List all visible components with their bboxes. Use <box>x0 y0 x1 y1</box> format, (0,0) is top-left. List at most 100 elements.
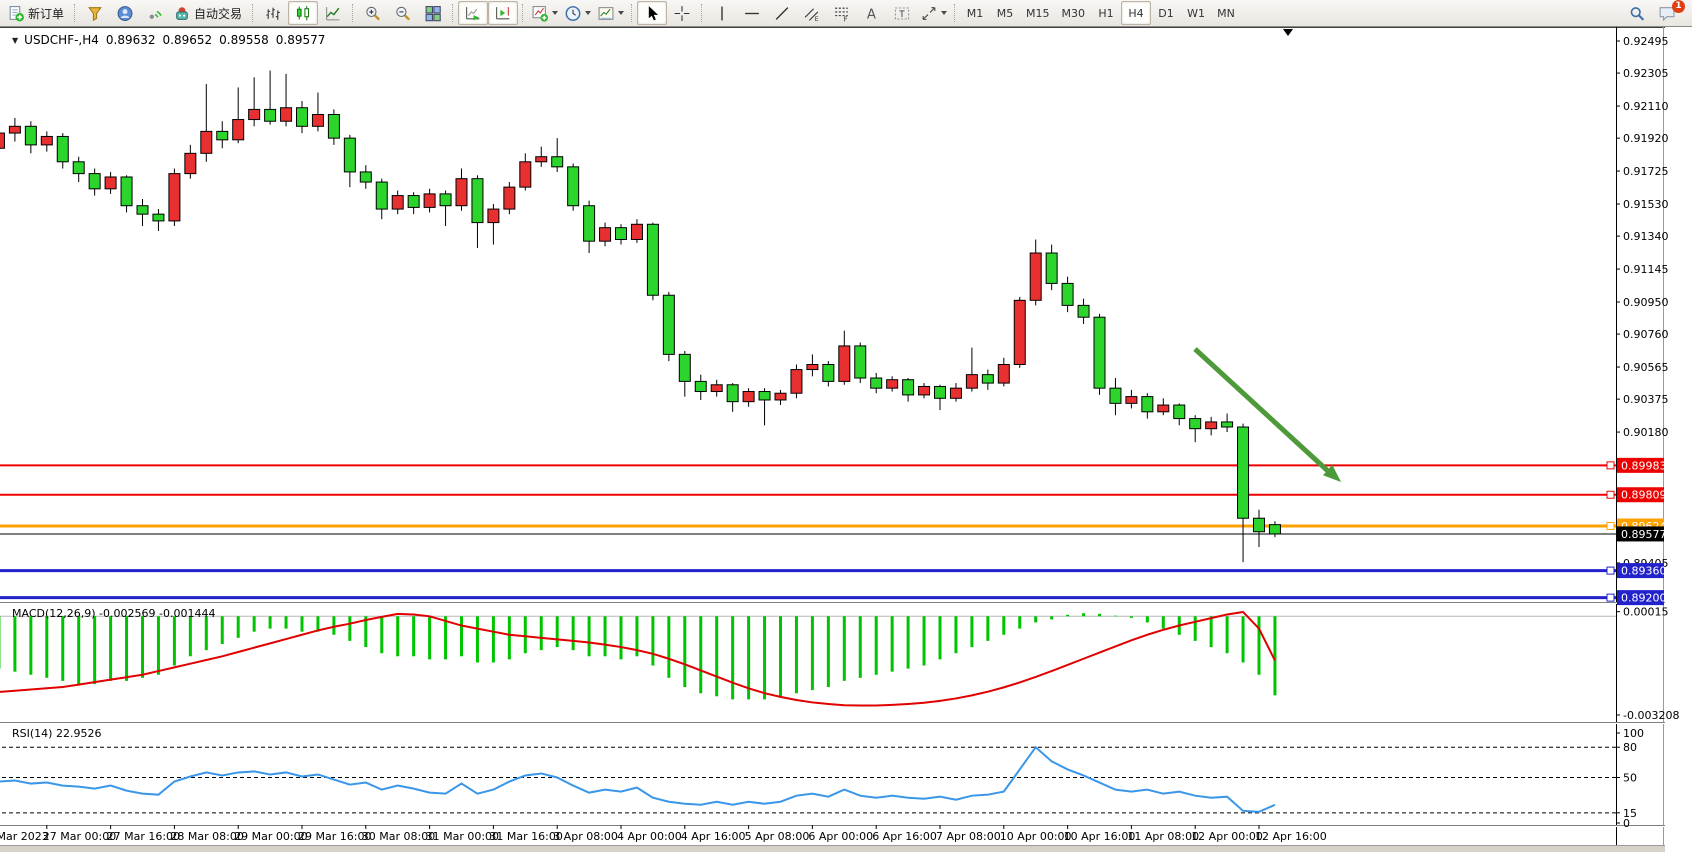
chevron-down-icon[interactable] <box>941 11 947 15</box>
toolbar-separator <box>352 4 354 22</box>
text-label-button[interactable]: T <box>887 1 917 25</box>
new-order-button[interactable]: 新订单 <box>4 1 70 25</box>
bar-chart-button[interactable] <box>258 1 288 25</box>
tile-windows-button[interactable] <box>418 1 448 25</box>
charts-profile-button[interactable] <box>80 1 110 25</box>
time-tick-label: 10 Apr 00:00 <box>1000 830 1072 843</box>
candle-body <box>1142 397 1153 412</box>
rsi-tick-label: 80 <box>1623 741 1637 754</box>
chart-menu-icon[interactable]: ▼ <box>12 36 18 45</box>
time-tick-label: 29 Mar 00:00 <box>234 830 307 843</box>
level-handle[interactable] <box>1607 594 1614 601</box>
price-tick-label: 0.92110 <box>1623 100 1669 113</box>
tf-w1-button[interactable]: W1 <box>1181 1 1211 25</box>
chevron-down-icon[interactable] <box>585 11 591 15</box>
text-button[interactable]: A <box>857 1 887 25</box>
candle-body <box>281 108 292 122</box>
tf-m30-label: M30 <box>1062 7 1086 20</box>
candle-body <box>711 385 722 392</box>
candle-body <box>966 375 977 389</box>
arrows-button[interactable] <box>917 1 950 25</box>
autoscroll-icon <box>464 5 482 22</box>
candlestick-chart-button[interactable] <box>288 1 318 25</box>
time-tick-label: 31 Mar 16:00 <box>489 830 562 843</box>
tf-m1-button[interactable]: M1 <box>960 1 990 25</box>
macd-signal-value: -0.001444 <box>159 607 215 620</box>
autotrading-icon <box>173 5 191 22</box>
candle-body <box>935 386 946 398</box>
zoom-in-button[interactable] <box>358 1 388 25</box>
level-price-tag-label: 0.89360 <box>1621 565 1667 578</box>
candle-body <box>1206 422 1217 429</box>
auto-scroll-button[interactable] <box>458 1 488 25</box>
accounts-button[interactable] <box>110 1 140 25</box>
tf-h1-button[interactable]: H1 <box>1091 1 1121 25</box>
equidistant-channel-button[interactable]: E <box>797 1 827 25</box>
vertical-line-button[interactable] <box>707 1 737 25</box>
tf-mn-button[interactable]: MN <box>1211 1 1241 25</box>
crosshair-button[interactable] <box>667 1 697 25</box>
toolbar-separator <box>522 4 524 22</box>
candle-body <box>679 354 690 381</box>
time-tick-label: 12 Apr 00:00 <box>1191 830 1263 843</box>
new-order-icon <box>7 5 25 22</box>
candle-body <box>105 177 116 189</box>
level-handle[interactable] <box>1607 462 1614 469</box>
level-handle[interactable] <box>1607 567 1614 574</box>
toolbar-separator <box>452 4 454 22</box>
zoom-out-button[interactable] <box>388 1 418 25</box>
chevron-down-icon[interactable] <box>618 11 624 15</box>
crosshair-icon <box>673 5 691 22</box>
candle-body <box>631 224 642 239</box>
time-tick-label: 10 Apr 16:00 <box>1064 830 1136 843</box>
chart-shift-icon <box>494 5 512 22</box>
horizontal-line-button[interactable] <box>737 1 767 25</box>
candle-body <box>616 228 627 240</box>
line-chart-icon <box>324 5 342 22</box>
candle-body <box>312 114 323 126</box>
indicators-button[interactable] <box>528 1 561 25</box>
tf-mn-label: MN <box>1217 7 1235 20</box>
level-handle[interactable] <box>1607 522 1614 529</box>
new-order-label: 新订单 <box>28 5 64 22</box>
candle-body <box>440 194 451 206</box>
candle-body <box>456 179 467 206</box>
cursor-button[interactable] <box>637 1 667 25</box>
tf-h4-button[interactable]: H4 <box>1121 1 1151 25</box>
level-handle[interactable] <box>1607 491 1614 498</box>
fibonacci-button[interactable]: F <box>827 1 857 25</box>
autotrading-button[interactable]: 自动交易 <box>170 1 248 25</box>
chart-window[interactable]: ▼ USDCHF-,H4 0.89632 0.89652 0.89558 0.8… <box>0 27 1692 852</box>
templates-button[interactable] <box>594 1 627 25</box>
chevron-down-icon[interactable] <box>552 11 558 15</box>
trendline-button[interactable] <box>767 1 797 25</box>
candle-body <box>950 388 961 398</box>
candle-body <box>233 120 244 140</box>
candle-body <box>1269 525 1280 534</box>
tf-d1-button[interactable]: D1 <box>1151 1 1181 25</box>
search-button[interactable] <box>1622 1 1652 25</box>
tf-m5-button[interactable]: M5 <box>990 1 1020 25</box>
tile-windows-icon <box>424 5 442 22</box>
line-chart-button[interactable] <box>318 1 348 25</box>
notifications-button[interactable]: 1 <box>1652 1 1682 25</box>
candle-body <box>201 131 212 153</box>
chart-shift-button[interactable] <box>488 1 518 25</box>
candle-body <box>121 177 132 206</box>
candle-body <box>647 224 658 295</box>
time-tick-label: 24 Mar 2023 <box>0 830 49 843</box>
main-toolbar: 新订单 自动交易 EFAT M1M5M15 M30 H1H4D1 W1 MN 1 <box>0 0 1692 27</box>
candle-body <box>791 370 802 394</box>
ohlc-close: 0.89577 <box>276 33 326 47</box>
tf-m15-button[interactable]: M15 <box>1020 1 1056 25</box>
candle-body <box>600 228 611 242</box>
candle-body <box>568 167 579 206</box>
chart-plot[interactable]: 0.924950.923050.921100.919200.917250.915… <box>0 27 1692 852</box>
signals-button[interactable] <box>140 1 170 25</box>
periods-button[interactable] <box>561 1 594 25</box>
tf-m30-button[interactable]: M30 <box>1056 1 1092 25</box>
candle-body <box>41 136 52 144</box>
candle-body <box>1158 405 1169 412</box>
price-tick-label: 0.90180 <box>1623 426 1669 439</box>
tf-w1-label: W1 <box>1187 7 1205 20</box>
